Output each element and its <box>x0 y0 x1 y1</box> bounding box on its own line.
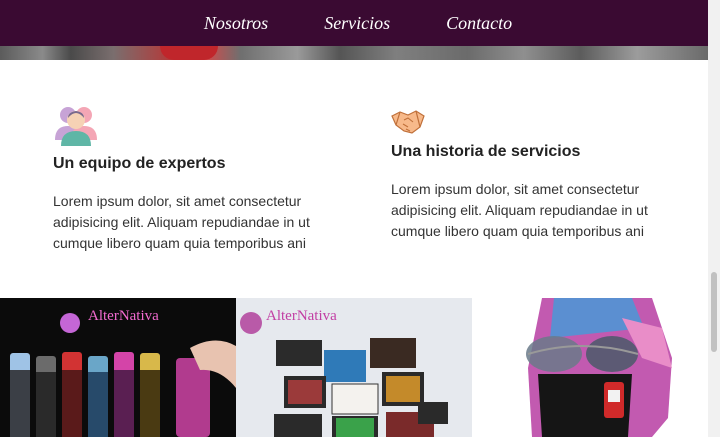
scrollbar-thumb[interactable] <box>711 272 717 352</box>
top-navigation: Nosotros Servicios Contacto <box>0 0 708 46</box>
feature-title: Un equipo de expertos <box>53 155 226 172</box>
nav-link-servicios[interactable]: Servicios <box>296 13 418 34</box>
handshake-icon <box>391 110 425 134</box>
nav-links: Nosotros Servicios Contacto <box>176 13 540 34</box>
gallery-tile-hairspray[interactable]: AlterNativa <box>0 298 236 437</box>
hero-image-strip <box>0 46 708 60</box>
feature-text: Lorem ipsum dolor, sit amet consectetur … <box>391 181 648 239</box>
feature-title: Una historia de servicios <box>391 143 581 160</box>
gallery-tile-mannequin[interactable] <box>472 298 708 437</box>
gallery-brand-label: AlterNativa <box>88 308 159 324</box>
feature-history: Una historia de servicios Lorem ipsum do… <box>391 106 661 242</box>
gallery-brand-label: AlterNativa <box>266 308 337 324</box>
nav-link-nosotros[interactable]: Nosotros <box>176 13 296 34</box>
mannequin-with-sunglasses-image <box>472 298 708 437</box>
gallery-tile-eyeshadow[interactable]: AlterNativa <box>236 298 472 437</box>
nav-link-contacto[interactable]: Contacto <box>418 13 540 34</box>
team-icon <box>55 107 97 146</box>
feature-text: Lorem ipsum dolor, sit amet consectetur … <box>53 193 310 251</box>
page-scrollbar[interactable] <box>708 0 720 437</box>
feature-team: Un equipo de expertos Lorem ipsum dolor,… <box>53 104 323 254</box>
product-gallery: AlterNativa AlterNativa <box>0 298 708 437</box>
